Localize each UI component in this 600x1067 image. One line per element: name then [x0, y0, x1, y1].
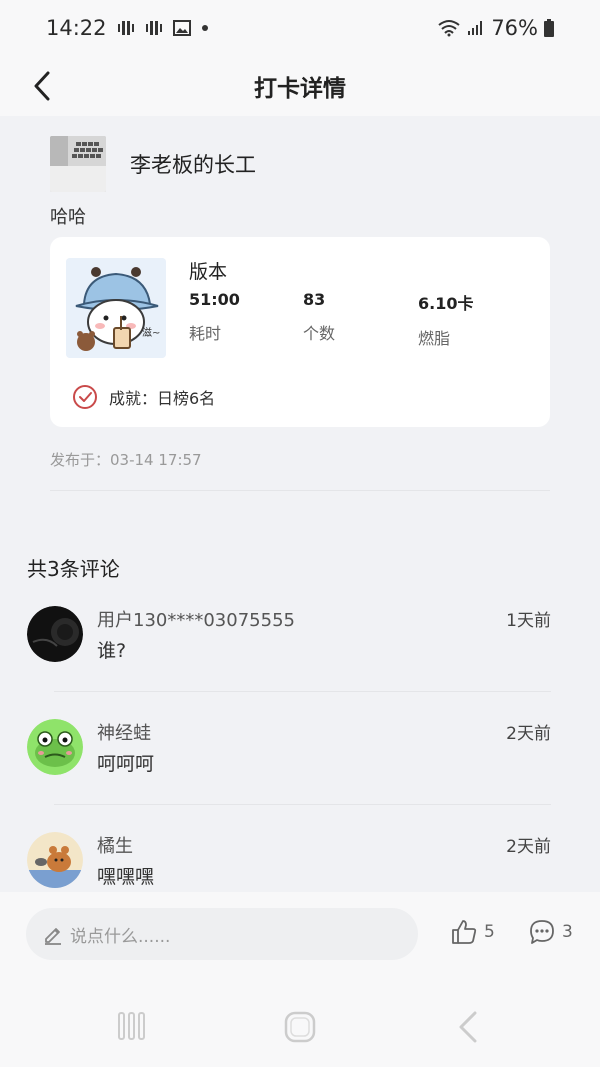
thumbs-up-icon	[452, 920, 477, 944]
back-nav-button[interactable]	[455, 1010, 481, 1044]
signal-icon	[467, 20, 485, 36]
comment-author: 神经蛙	[97, 723, 151, 744]
comment-item[interactable]: 用户130****03075555 谁? 1天前	[27, 606, 551, 664]
comment-text: 嘿嘿嘿	[97, 866, 155, 888]
home-icon	[284, 1011, 316, 1043]
stat-duration-value: 51:00	[189, 290, 240, 309]
recent-apps-button[interactable]	[116, 1010, 148, 1042]
comment-time: 2天前	[506, 837, 551, 857]
achievement-text: 成就：日榜6名	[109, 389, 216, 408]
thumb-caption: 滋~	[142, 328, 161, 339]
post-text: 哈哈	[50, 207, 86, 228]
like-count: 5	[484, 922, 495, 942]
comment-input-placeholder: 说点什么......	[70, 926, 171, 947]
comment-author: 橘生	[97, 836, 133, 857]
comment-item[interactable]: 橘生 嘿嘿嘿 2天前	[27, 832, 551, 890]
comments-title: 共3条评论	[27, 557, 120, 581]
divider	[50, 490, 550, 491]
back-nav-icon	[459, 1011, 477, 1043]
comment-count: 3	[562, 922, 573, 942]
author-row: 李老板的长工	[50, 136, 256, 192]
wifi-icon	[437, 19, 461, 37]
publish-time: 发布于：03-14 17:57	[50, 451, 202, 469]
pencil-icon	[45, 928, 61, 945]
comment-avatar[interactable]	[27, 832, 83, 888]
comment-avatar[interactable]	[27, 719, 83, 775]
vibrate-icon-2	[145, 20, 163, 36]
system-nav-bar	[0, 972, 600, 1067]
stat-calories-value: 6.10卡	[418, 294, 474, 313]
stat-duration: 51:00 耗时	[189, 290, 240, 344]
divider	[54, 691, 551, 692]
comment-text: 呵呵呵	[97, 753, 155, 775]
comment-button[interactable]: 3	[528, 918, 573, 946]
post-detail: 李老板的长工 哈哈 滋~ 版本 51:00 耗时 83 个数 6.10卡 燃脂 …	[0, 116, 600, 892]
stat-calories: 6.10卡 燃脂	[418, 290, 473, 349]
comment-author: 用户130****03075555	[97, 610, 295, 631]
chevron-left-icon	[34, 71, 50, 101]
stat-count: 83 个数	[303, 290, 335, 344]
comment-time: 2天前	[506, 724, 551, 744]
workout-card[interactable]: 滋~ 版本 51:00 耗时 83 个数 6.10卡 燃脂 成就：日榜6名	[50, 237, 550, 427]
comment-text: 谁?	[97, 640, 127, 662]
author-name[interactable]: 李老板的长工	[130, 149, 256, 179]
like-button[interactable]: 5	[450, 918, 495, 946]
header: 打卡详情	[0, 56, 600, 116]
comment-item[interactable]: 神经蛙 呵呵呵 2天前	[27, 719, 551, 777]
status-bar: 14:22 76%	[0, 0, 600, 56]
notification-dot-icon	[201, 24, 209, 32]
stat-count-label: 个数	[303, 324, 336, 343]
home-button[interactable]	[283, 1010, 317, 1044]
back-button[interactable]	[22, 64, 62, 108]
chat-bubble-icon	[530, 920, 554, 944]
battery-icon	[544, 19, 554, 37]
author-avatar[interactable]	[50, 136, 106, 192]
check-circle-icon	[73, 385, 97, 409]
workout-title: 版本	[189, 261, 228, 283]
stat-duration-label: 耗时	[189, 324, 222, 343]
status-time: 14:22	[46, 16, 107, 40]
stat-calories-label: 燃脂	[418, 329, 451, 348]
recent-apps-icon	[118, 1012, 145, 1040]
comment-input[interactable]: 说点什么......	[26, 908, 418, 960]
comment-avatar[interactable]	[27, 606, 83, 662]
page-title: 打卡详情	[254, 76, 346, 102]
battery-percent: 76%	[491, 16, 538, 40]
workout-thumbnail: 滋~	[66, 258, 166, 358]
bottom-action-bar: 说点什么...... 5 3	[0, 892, 600, 972]
comment-time: 1天前	[506, 611, 551, 631]
gallery-icon	[172, 20, 191, 36]
vibrate-icon	[117, 20, 135, 36]
achievement: 成就：日榜6名	[72, 384, 215, 410]
divider	[54, 804, 551, 805]
stat-count-value: 83	[303, 290, 326, 309]
